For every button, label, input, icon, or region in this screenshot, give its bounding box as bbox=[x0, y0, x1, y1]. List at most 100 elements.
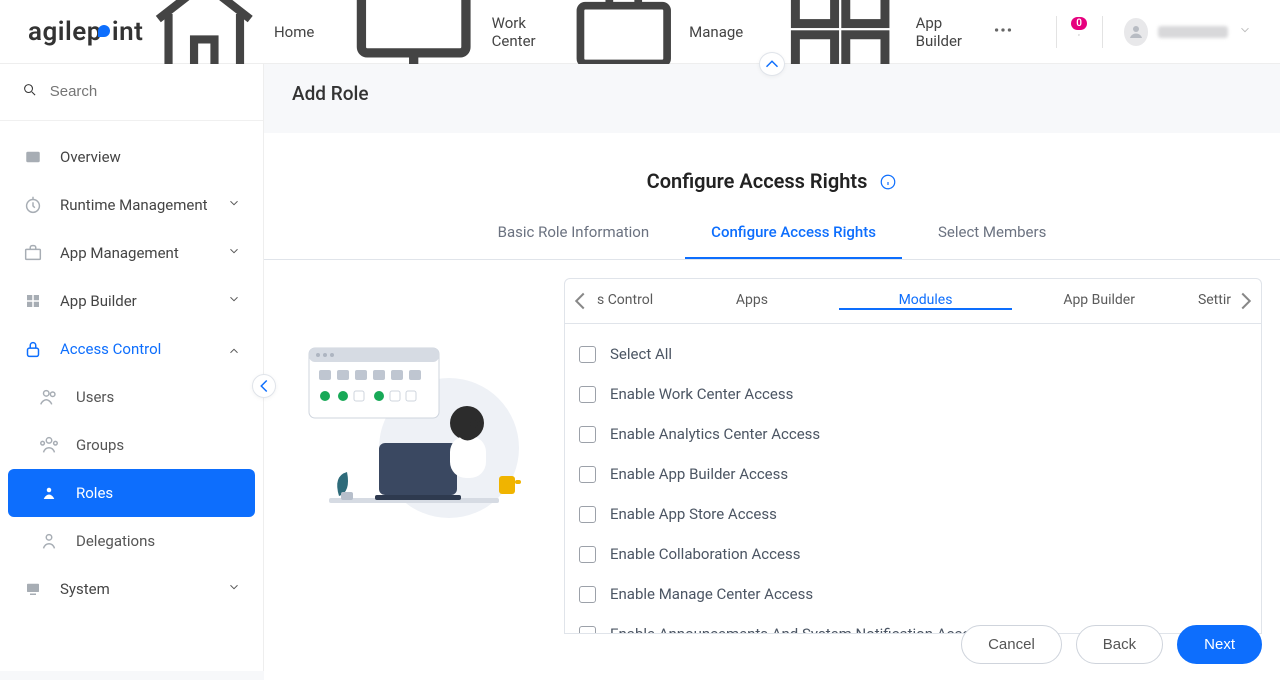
logo-text-a: agilep bbox=[28, 17, 102, 47]
lock-icon bbox=[22, 338, 44, 360]
sidebar-item-system[interactable]: System bbox=[0, 565, 263, 613]
briefcase-icon bbox=[22, 242, 44, 264]
chevron-down-icon bbox=[227, 292, 241, 310]
sidebar-item-label: Groups bbox=[76, 436, 124, 454]
sidebar: Overview Runtime Management App Manageme… bbox=[0, 64, 264, 671]
check-row-app-store: Enable App Store Access bbox=[565, 494, 1261, 534]
chevron-down-icon bbox=[227, 244, 241, 262]
back-button[interactable]: Back bbox=[1076, 625, 1163, 664]
logo-text-b: int bbox=[112, 17, 144, 47]
permissions-checklist[interactable]: Select All Enable Work Center Access Ena… bbox=[564, 324, 1262, 634]
chevron-up-icon bbox=[227, 340, 241, 358]
sidebar-item-label: Roles bbox=[76, 484, 113, 502]
sidebar-item-app-management[interactable]: App Management bbox=[0, 229, 263, 277]
nav-work-center-label: Work Center bbox=[492, 14, 536, 50]
user-menu[interactable] bbox=[1124, 18, 1252, 46]
checkbox-app-builder[interactable] bbox=[579, 466, 596, 483]
group-icon bbox=[38, 434, 60, 456]
chevron-down-icon bbox=[227, 580, 241, 598]
inner-body: s Control Apps Modules App Builder Setti… bbox=[264, 260, 1280, 634]
logo: agilep int bbox=[28, 17, 143, 47]
main-area: Add Role Configure Access Rights Basic R… bbox=[264, 64, 1280, 671]
illustration-icon bbox=[299, 338, 529, 528]
illustration-column bbox=[264, 278, 564, 634]
sidebar-item-runtime[interactable]: Runtime Management bbox=[0, 181, 263, 229]
check-label: Enable App Builder Access bbox=[610, 465, 788, 483]
footer-actions: Cancel Back Next bbox=[961, 625, 1262, 664]
nav-right: 0 bbox=[1056, 16, 1252, 48]
wizard-tabs: Basic Role Information Configure Access … bbox=[264, 223, 1280, 260]
check-label: Enable Manage Center Access bbox=[610, 585, 813, 603]
info-icon[interactable] bbox=[879, 172, 897, 190]
check-label: Select All bbox=[610, 345, 672, 363]
search-input[interactable] bbox=[50, 83, 241, 100]
notifications-button[interactable]: 0 bbox=[1078, 24, 1080, 40]
category-tabs: s Control Apps Modules App Builder Setti… bbox=[564, 278, 1262, 324]
nav-app-builder-label: App Builder bbox=[916, 14, 962, 50]
sidebar-item-label: Delegations bbox=[76, 532, 155, 550]
clock-icon bbox=[22, 194, 44, 216]
next-button[interactable]: Next bbox=[1177, 625, 1262, 664]
sidebar-item-app-builder[interactable]: App Builder bbox=[0, 277, 263, 325]
nav-more[interactable] bbox=[992, 19, 1014, 45]
checkbox-work-center[interactable] bbox=[579, 386, 596, 403]
sidebar-item-label: Users bbox=[76, 388, 114, 406]
tab-select-members[interactable]: Select Members bbox=[912, 223, 1072, 259]
user-name-obscured bbox=[1158, 26, 1228, 38]
check-row-work-center: Enable Work Center Access bbox=[565, 374, 1261, 414]
sidebar-item-roles[interactable]: Roles bbox=[8, 469, 255, 517]
checkbox-manage-center[interactable] bbox=[579, 586, 596, 603]
check-label: Enable App Store Access bbox=[610, 505, 777, 523]
category-scroll-left[interactable] bbox=[565, 279, 595, 323]
sidebar-item-label: Runtime Management bbox=[60, 196, 208, 214]
search-icon bbox=[22, 82, 38, 102]
cat-tab-app-builder[interactable]: App Builder bbox=[1012, 292, 1186, 310]
cat-tab-access-control-partial[interactable]: s Control bbox=[595, 292, 665, 310]
checkbox-collaboration[interactable] bbox=[579, 546, 596, 563]
check-label: Enable Work Center Access bbox=[610, 385, 793, 403]
check-row-analytics: Enable Analytics Center Access bbox=[565, 414, 1261, 454]
check-label: Enable Analytics Center Access bbox=[610, 425, 820, 443]
more-horizontal-icon bbox=[992, 19, 1014, 45]
check-row-collaboration: Enable Collaboration Access bbox=[565, 534, 1261, 574]
cancel-button[interactable]: Cancel bbox=[961, 625, 1062, 664]
sidebar-item-access-control[interactable]: Access Control bbox=[0, 325, 263, 373]
sidebar-item-users[interactable]: Users bbox=[0, 373, 263, 421]
nav-home-label: Home bbox=[274, 23, 314, 41]
chevron-down-icon bbox=[1238, 23, 1252, 41]
notification-badge: 0 bbox=[1071, 17, 1087, 30]
checkbox-analytics[interactable] bbox=[579, 426, 596, 443]
cat-tab-modules[interactable]: Modules bbox=[839, 292, 1013, 310]
sidebar-item-label: App Management bbox=[60, 244, 179, 262]
cat-tab-settings-partial[interactable]: Settir bbox=[1186, 292, 1231, 310]
sidebar-item-delegations[interactable]: Delegations bbox=[0, 517, 263, 565]
sidebar-list: Overview Runtime Management App Manageme… bbox=[0, 121, 263, 625]
tab-configure-access-rights[interactable]: Configure Access Rights bbox=[685, 223, 902, 259]
sidebar-item-label: App Builder bbox=[60, 292, 137, 310]
users-icon bbox=[38, 386, 60, 408]
check-label: Enable Announcements And System Notifica… bbox=[610, 625, 986, 634]
app-shell: Overview Runtime Management App Manageme… bbox=[0, 64, 1280, 671]
section-title: Configure Access Rights bbox=[647, 169, 868, 193]
checkbox-announcements[interactable] bbox=[579, 626, 596, 635]
avatar-icon bbox=[1124, 18, 1148, 46]
cat-tab-apps[interactable]: Apps bbox=[665, 292, 839, 310]
chevron-down-icon bbox=[227, 196, 241, 214]
category-scroll-right[interactable] bbox=[1231, 279, 1261, 323]
tab-basic-role-information[interactable]: Basic Role Information bbox=[472, 223, 676, 259]
check-row-app-builder: Enable App Builder Access bbox=[565, 454, 1261, 494]
check-label: Enable Collaboration Access bbox=[610, 545, 800, 563]
check-row-manage-center: Enable Manage Center Access bbox=[565, 574, 1261, 614]
form-column: s Control Apps Modules App Builder Setti… bbox=[564, 278, 1280, 634]
role-icon bbox=[38, 482, 60, 504]
sidebar-item-label: Overview bbox=[60, 148, 121, 166]
check-row-select-all: Select All bbox=[565, 334, 1261, 374]
expand-header-button[interactable] bbox=[759, 52, 785, 76]
delegation-icon bbox=[38, 530, 60, 552]
sidebar-item-overview[interactable]: Overview bbox=[0, 133, 263, 181]
collapse-sidebar-button[interactable] bbox=[252, 374, 276, 398]
sidebar-item-groups[interactable]: Groups bbox=[0, 421, 263, 469]
checkbox-app-store[interactable] bbox=[579, 506, 596, 523]
checkbox-select-all[interactable] bbox=[579, 346, 596, 363]
content-card: Configure Access Rights Basic Role Infor… bbox=[264, 133, 1280, 680]
